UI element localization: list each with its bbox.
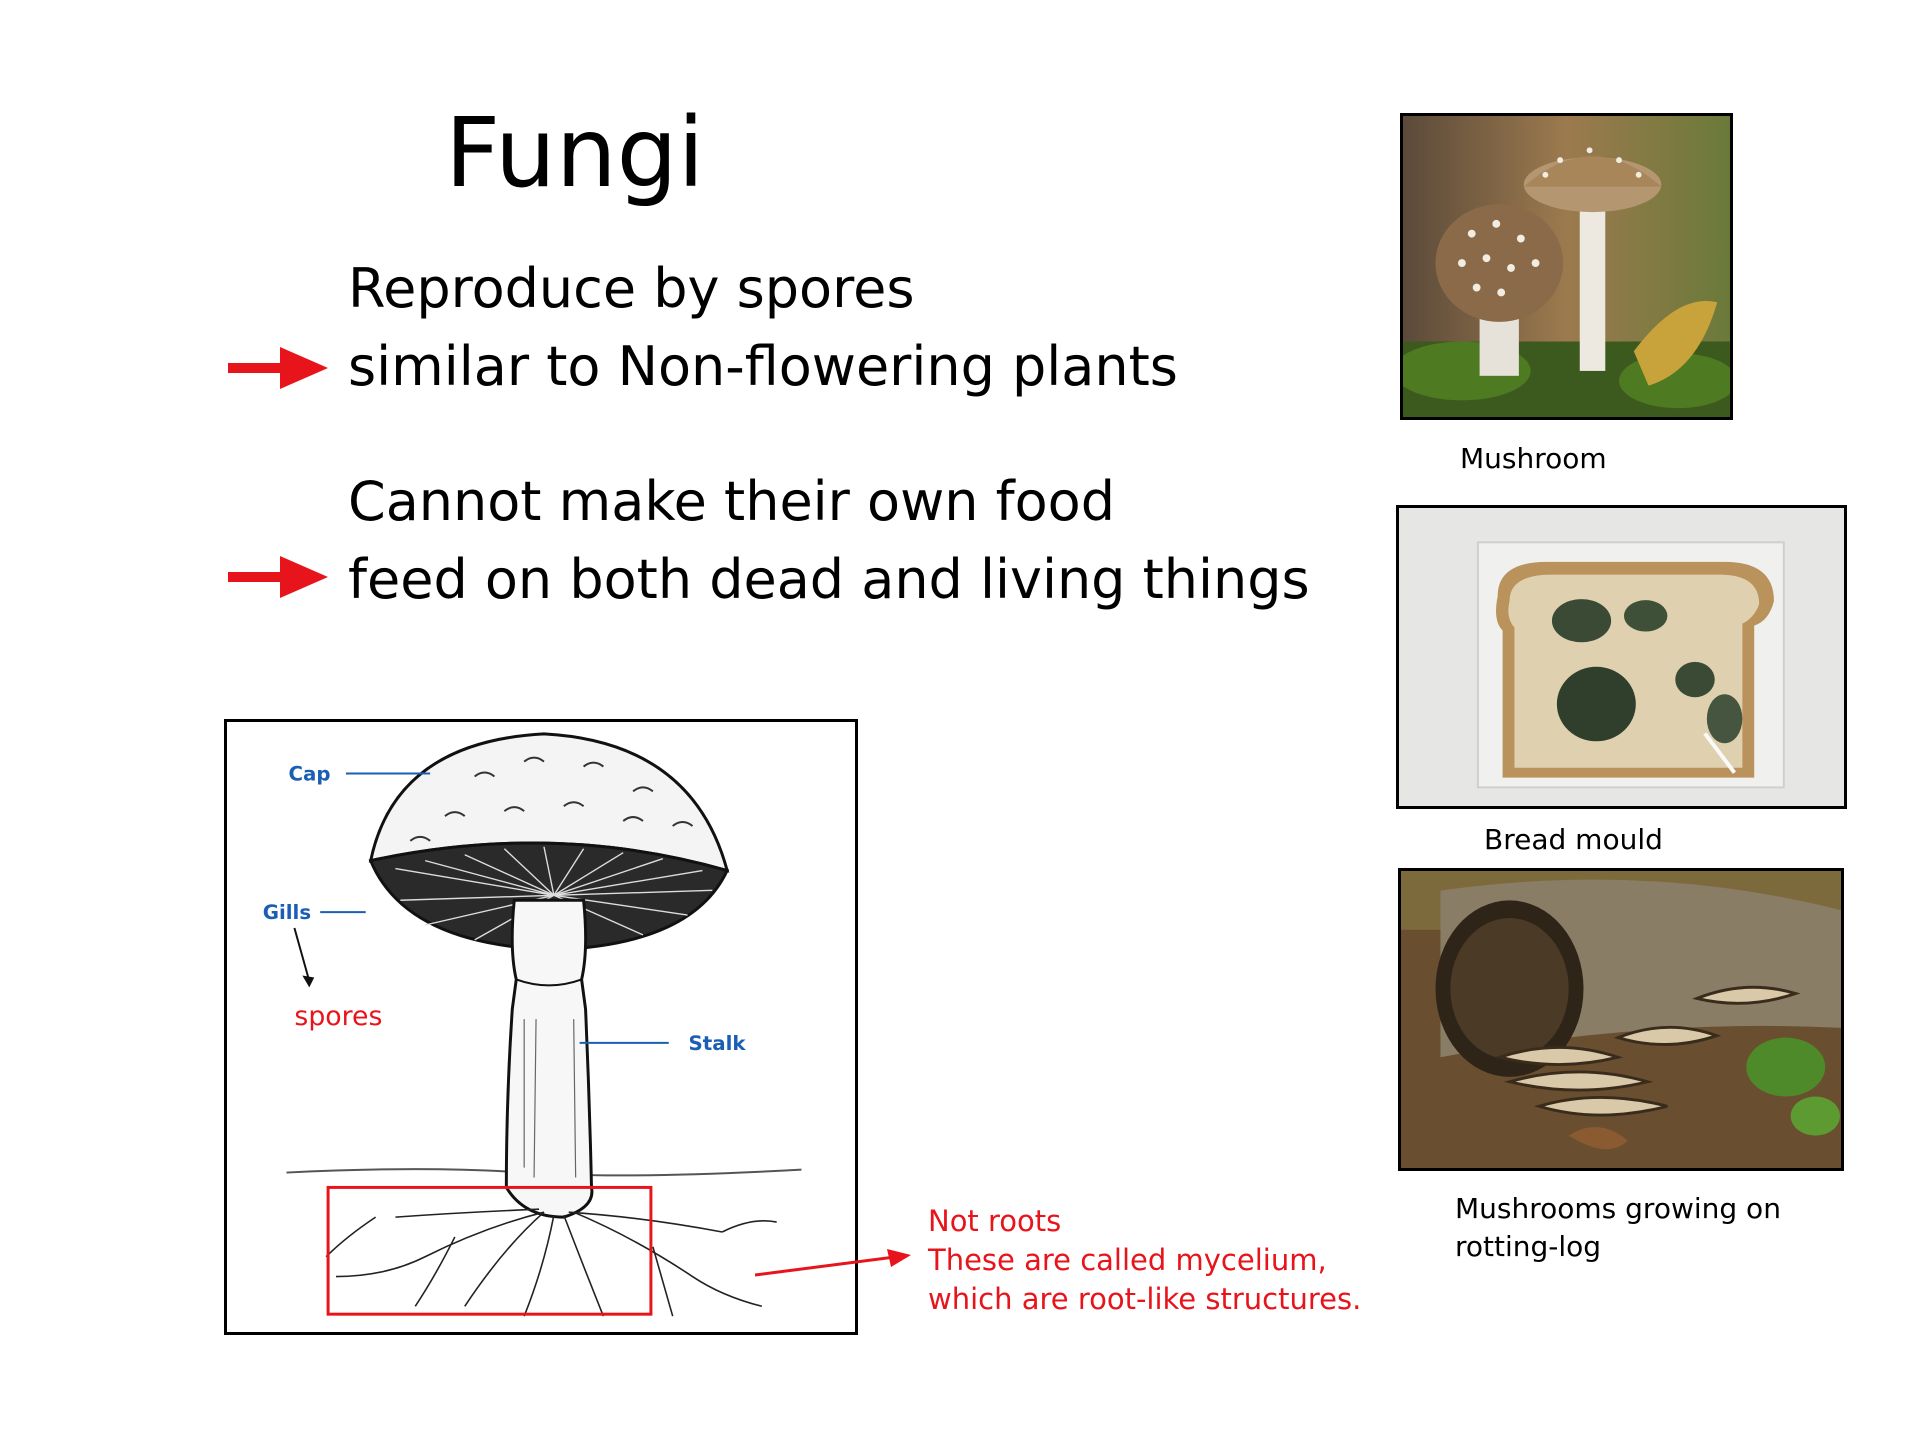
mycelium-note-title: Not roots xyxy=(928,1204,1062,1238)
rotting-log-photo xyxy=(1398,868,1844,1171)
label-cap: Cap xyxy=(288,762,330,785)
log-caption-line2: rotting-log xyxy=(1455,1230,1602,1263)
mushroom-diagram: Cap Gills Stalk spores xyxy=(224,719,858,1335)
arrow-right-icon xyxy=(228,347,328,389)
arrow-right-icon xyxy=(228,556,328,598)
label-stalk: Stalk xyxy=(689,1032,747,1055)
point-reproduce: Reproduce by spores xyxy=(348,257,915,320)
mycelium-note-line2: These are called mycelium, xyxy=(928,1243,1327,1277)
point-food: Cannot make their own food xyxy=(348,470,1115,533)
mushroom-photo xyxy=(1400,113,1733,420)
mycelium-note-line3: which are root-like structures. xyxy=(928,1282,1362,1316)
mushroom-caption: Mushroom xyxy=(1460,442,1607,475)
bread-mould-photo xyxy=(1396,505,1847,809)
bread-mould-caption: Bread mould xyxy=(1484,823,1663,856)
point-feed: feed on both dead and living things xyxy=(348,548,1310,611)
arrow-right-icon xyxy=(755,1249,911,1277)
label-gills: Gills xyxy=(263,901,311,924)
log-caption-line1: Mushrooms growing on xyxy=(1455,1192,1781,1225)
label-spores: spores xyxy=(294,1001,382,1032)
slide-title: Fungi xyxy=(445,97,705,209)
point-nonflowering: similar to Non-flowering plants xyxy=(348,335,1178,398)
